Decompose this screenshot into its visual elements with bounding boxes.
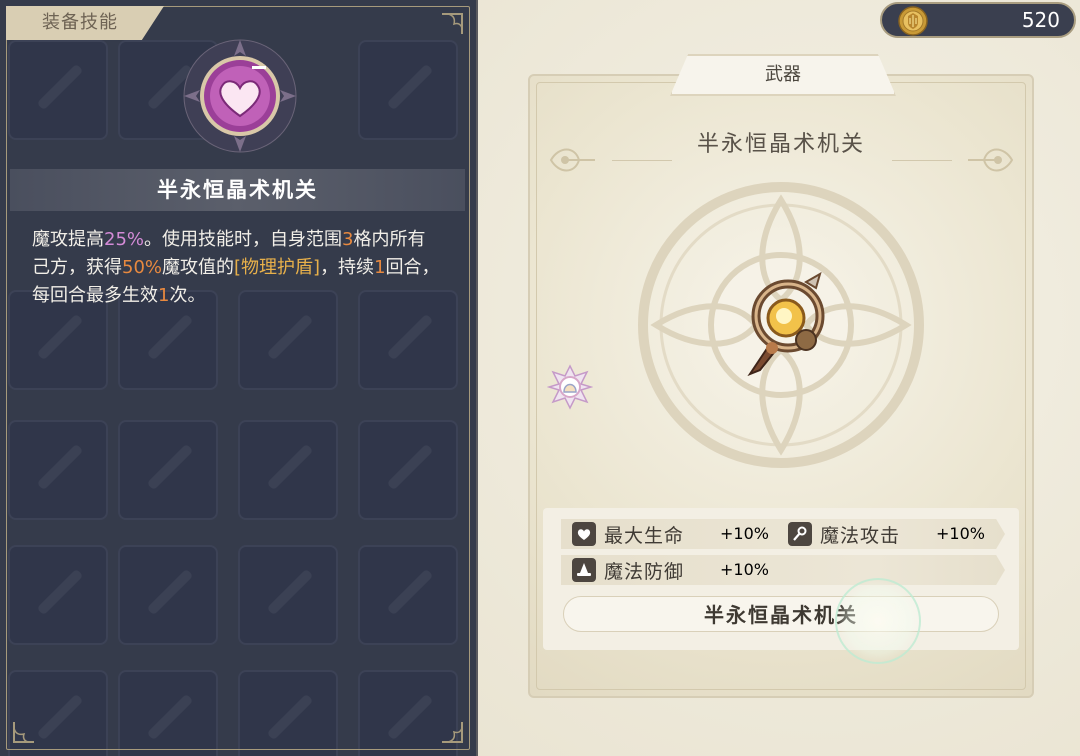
description-segment: 1 bbox=[374, 257, 386, 278]
stat-magic-defense: 魔法防御 bbox=[572, 555, 684, 585]
description-segment: 1 bbox=[158, 285, 170, 306]
stat-value: +10% bbox=[720, 524, 769, 543]
corner-ornament-icon bbox=[440, 720, 466, 746]
magic-wand-icon bbox=[788, 522, 812, 546]
description-segment: 3 bbox=[342, 229, 354, 250]
stat-label: 魔法攻击 bbox=[820, 524, 901, 547]
description-segment: 魔攻值的 bbox=[162, 257, 235, 278]
description-segment: 魔攻提高 bbox=[32, 229, 104, 250]
stat-label: 最大生命 bbox=[604, 524, 685, 547]
equip-skill-panel: 装备技能 半永恒晶术机关 魔攻提高25%。使用技能时，自身范围3格内所有己方，获… bbox=[0, 0, 478, 756]
stat-magic-attack: 魔法攻击 bbox=[788, 519, 900, 549]
skill-name: 半永恒晶术机关 bbox=[10, 169, 465, 211]
description-segment: 25% bbox=[104, 229, 145, 250]
stat-label: 魔法防御 bbox=[604, 560, 685, 583]
description-segment: 次。 bbox=[169, 285, 206, 306]
description-segment: ，持续 bbox=[320, 257, 375, 278]
wizard-hat-icon bbox=[572, 558, 596, 582]
currency-value: 520 bbox=[1021, 8, 1060, 32]
description-segment: [物理护盾] bbox=[234, 257, 321, 278]
corner-ornament-icon bbox=[10, 720, 36, 746]
stat-value: +10% bbox=[936, 524, 985, 543]
gold-coin-icon bbox=[898, 6, 928, 36]
description-segment: 。使用技能时，自身范围 bbox=[144, 229, 343, 250]
side-badge-icon[interactable] bbox=[546, 364, 594, 410]
tap-indicator bbox=[835, 578, 921, 664]
tab-equip-skill: 装备技能 bbox=[6, 6, 164, 40]
clockwork-weapon-icon bbox=[736, 270, 836, 380]
description-segment: 50% bbox=[122, 257, 163, 278]
corner-ornament-icon bbox=[440, 10, 466, 36]
stat-max-hp: 最大生命 bbox=[572, 519, 684, 549]
heart-icon bbox=[572, 522, 596, 546]
skill-description: 魔攻提高25%。使用技能时，自身范围3格内所有己方，获得50%魔攻值的[物理护盾… bbox=[32, 226, 442, 310]
weapon-title: 半永恒晶术机关 bbox=[696, 132, 865, 157]
skill-heart-icon bbox=[180, 36, 300, 156]
stat-value: +10% bbox=[720, 560, 769, 579]
gold-currency-counter[interactable]: 520 bbox=[880, 2, 1076, 38]
tab-weapon: 武器 bbox=[670, 54, 896, 96]
weapon-name-plate[interactable]: 半永恒晶术机关 bbox=[563, 596, 999, 632]
